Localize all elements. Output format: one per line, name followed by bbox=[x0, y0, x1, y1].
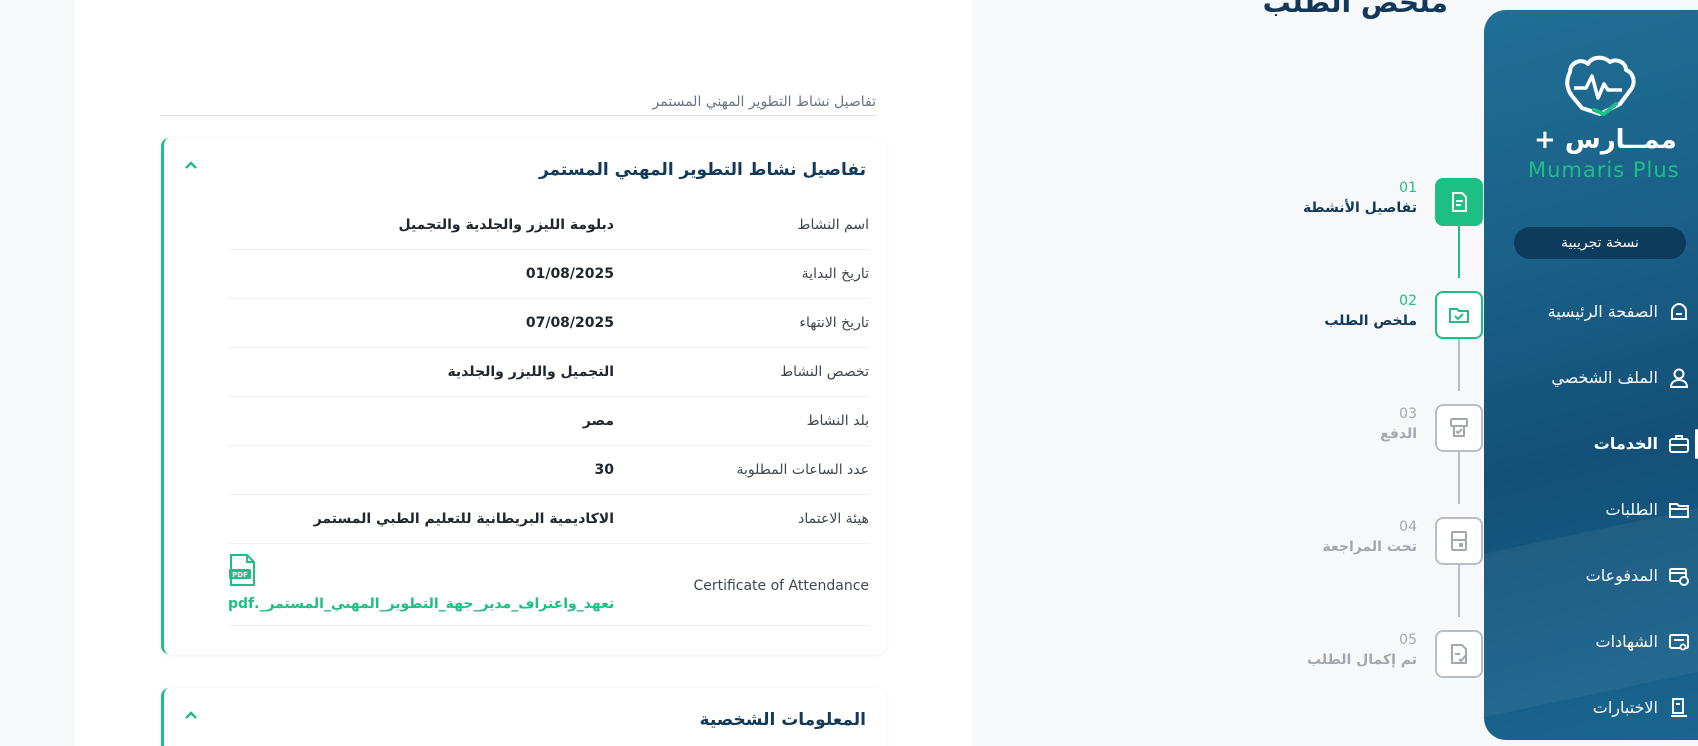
specialty-label: تخصص النشاط bbox=[780, 364, 869, 380]
personal-info-card: المعلومات الشخصية bbox=[161, 688, 886, 746]
sidebar-item-label: الاختبارات bbox=[1592, 698, 1658, 717]
end-date-value: 07/08/2025 bbox=[525, 315, 614, 331]
specialty-value: التجميل والليزر والجلدية bbox=[447, 364, 614, 380]
step-completed[interactable]: 05 تم إكمال الطلب bbox=[1263, 630, 1483, 678]
step-box bbox=[1435, 178, 1483, 226]
sidebar-item-profile[interactable]: الملف الشخصي bbox=[1484, 360, 1698, 396]
brand-name-english: Mumaris Plus bbox=[1528, 158, 1680, 182]
activity-name-value: دبلومة الليزر والجلدية والتجميل bbox=[398, 217, 614, 233]
certificate-icon bbox=[1669, 634, 1689, 651]
detail-row: هيئة الاعتماد الاكاديمية البريطانية للتع… bbox=[228, 495, 869, 544]
step-connector bbox=[1458, 452, 1460, 504]
end-date-label: تاريخ الانتهاء bbox=[799, 315, 869, 331]
start-date-label: تاريخ البداية bbox=[801, 266, 869, 282]
step-connector bbox=[1458, 339, 1460, 391]
detail-row: عدد الساعات المطلوبة 30 bbox=[228, 446, 869, 495]
certificate-label: Certificate of Attendance bbox=[693, 578, 869, 594]
home-icon bbox=[1671, 302, 1687, 320]
step-number: 03 bbox=[1399, 406, 1417, 422]
step-box bbox=[1435, 404, 1483, 452]
sidebar-decoration bbox=[1484, 498, 1698, 722]
sidebar-item-label: المدفوعات bbox=[1585, 566, 1658, 585]
detail-row: اسم النشاط دبلومة الليزر والجلدية والتجم… bbox=[228, 201, 869, 250]
mumaris-logo-icon[interactable] bbox=[1560, 52, 1640, 122]
step-activity-details[interactable]: 01 تفاصيل الأنشطة bbox=[1263, 178, 1483, 226]
step-label: الدفع bbox=[1380, 426, 1417, 442]
start-date-value: 01/08/2025 bbox=[525, 266, 614, 282]
step-under-review[interactable]: 04 تحت المراجعة bbox=[1263, 517, 1483, 565]
sidebar-item-label: الشهادات bbox=[1595, 632, 1658, 651]
document-icon bbox=[1452, 192, 1467, 212]
personal-card-title: المعلومات الشخصية bbox=[699, 710, 866, 730]
sidebar-item-label: الطلبات bbox=[1605, 500, 1658, 519]
step-number: 02 bbox=[1399, 293, 1417, 309]
chevron-up-icon[interactable] bbox=[184, 158, 198, 172]
required-hours-label: عدد الساعات المطلوبة bbox=[736, 462, 869, 478]
folder-check-icon bbox=[1449, 308, 1469, 323]
step-label: تفاصيل الأنشطة bbox=[1302, 200, 1417, 216]
tab-activity-details[interactable]: تفاصيل نشاط التطوير المهني المستمر bbox=[160, 94, 876, 116]
payment-terminal-icon bbox=[1450, 418, 1468, 437]
activity-name-label: اسم النشاط bbox=[797, 217, 869, 233]
detail-row: تاريخ الانتهاء 07/08/2025 bbox=[228, 299, 869, 348]
accreditation-value: الاكاديمية البريطانية للتعليم الطبي المس… bbox=[313, 511, 614, 527]
step-label: تم إكمال الطلب bbox=[1307, 652, 1417, 668]
exam-icon bbox=[1671, 698, 1687, 717]
detail-row: تخصص النشاط التجميل والليزر والجلدية bbox=[228, 348, 869, 397]
required-hours-value: 30 bbox=[594, 462, 614, 478]
certificate-file-link[interactable]: تعهد_واعتراف_مدير_جهة_التطوير_المهني_الم… bbox=[228, 596, 614, 612]
sidebar-item-services[interactable]: الخدمات bbox=[1484, 426, 1698, 462]
detail-row: تاريخ البداية 01/08/2025 bbox=[228, 250, 869, 299]
country-label: بلد النشاط bbox=[806, 413, 869, 429]
brand-name-arabic: ممــارس + bbox=[1534, 125, 1677, 155]
completed-document-icon bbox=[1451, 644, 1468, 664]
review-document-icon bbox=[1451, 531, 1467, 551]
briefcase-icon bbox=[1669, 435, 1689, 453]
sidebar-item-home[interactable]: الصفحة الرئيسية bbox=[1484, 294, 1698, 330]
payments-icon bbox=[1669, 568, 1689, 586]
pdf-file-icon[interactable]: PDF bbox=[228, 554, 256, 586]
sidebar-item-certificates[interactable]: الشهادات bbox=[1484, 624, 1698, 660]
step-number: 04 bbox=[1399, 519, 1417, 535]
activity-card-title: تفاصيل نشاط التطوير المهني المستمر bbox=[538, 160, 866, 180]
sidebar-item-label: الخدمات bbox=[1593, 434, 1658, 453]
step-box bbox=[1435, 517, 1483, 565]
sidebar-item-label: الصفحة الرئيسية bbox=[1547, 302, 1658, 321]
accreditation-label: هيئة الاعتماد bbox=[798, 511, 869, 527]
activity-details-card: تفاصيل نشاط التطوير المهني المستمر اسم ا… bbox=[161, 138, 886, 654]
step-box bbox=[1435, 630, 1483, 678]
pdf-icon-text: PDF bbox=[232, 571, 248, 579]
page-title: ملخص الطلب bbox=[1262, 0, 1448, 19]
sidebar-item-label: الملف الشخصي bbox=[1551, 368, 1658, 387]
folder-icon bbox=[1669, 503, 1689, 518]
step-box bbox=[1435, 291, 1483, 339]
step-number: 01 bbox=[1399, 180, 1417, 196]
step-label: ملخص الطلب bbox=[1324, 313, 1417, 329]
step-payment[interactable]: 03 الدفع bbox=[1263, 404, 1483, 452]
sidebar-item-requests[interactable]: الطلبات bbox=[1484, 492, 1698, 528]
step-number: 05 bbox=[1399, 632, 1417, 648]
step-label: تحت المراجعة bbox=[1322, 539, 1417, 555]
step-connector bbox=[1458, 226, 1460, 278]
user-icon bbox=[1669, 368, 1689, 388]
trial-version-badge: نسخة تجريبية bbox=[1514, 227, 1686, 259]
country-value: مصر bbox=[582, 413, 614, 429]
step-connector bbox=[1458, 565, 1460, 617]
sidebar-item-payments[interactable]: المدفوعات bbox=[1484, 558, 1698, 594]
chevron-up-icon[interactable] bbox=[184, 708, 198, 722]
certificate-row: Certificate of Attendance PDF تعهد_واعتر… bbox=[228, 544, 869, 626]
sidebar-item-exams[interactable]: الاختبارات bbox=[1484, 690, 1698, 726]
step-request-summary[interactable]: 02 ملخص الطلب bbox=[1263, 291, 1483, 339]
detail-row: بلد النشاط مصر bbox=[228, 397, 869, 446]
sidebar: ممــارس + Mumaris Plus نسخة تجريبية الصف… bbox=[1484, 10, 1698, 740]
